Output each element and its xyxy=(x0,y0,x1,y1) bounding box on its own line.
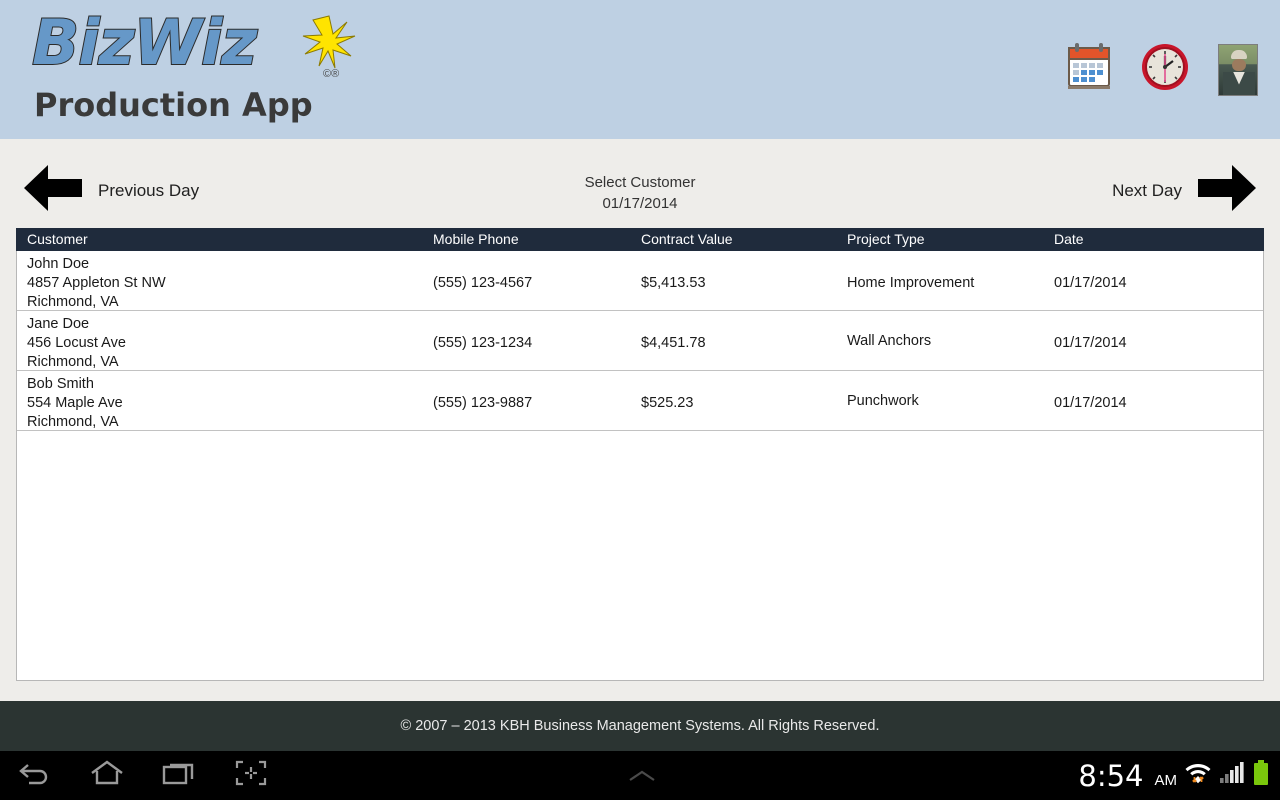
cell-customer: Bob Smith 554 Maple Ave Richmond, VA xyxy=(27,375,123,432)
customer-address: 456 Locust Ave xyxy=(27,335,126,351)
status-clock: 8:54 xyxy=(1078,758,1144,793)
customer-table: Customer Mobile Phone Contract Value Pro… xyxy=(16,228,1264,681)
app-header: BizWiz ©® Production App xyxy=(0,0,1280,139)
calendar-icon[interactable] xyxy=(1066,42,1112,97)
system-status-area: 8:54 AM xyxy=(1078,751,1270,800)
customer-city: Richmond, VA xyxy=(27,414,119,430)
cell-project-type: Punchwork xyxy=(847,393,919,409)
cell-date: 01/17/2014 xyxy=(1054,275,1127,291)
back-icon[interactable] xyxy=(18,759,52,792)
next-day-label: Next Day xyxy=(1112,180,1182,200)
day-navigation-bar: Previous Day Select Customer 01/17/2014 … xyxy=(0,139,1280,229)
cell-project-type: Home Improvement xyxy=(847,275,975,291)
table-header-row: Customer Mobile Phone Contract Value Pro… xyxy=(16,228,1264,251)
avatar-body xyxy=(1223,71,1255,95)
cell-date: 01/17/2014 xyxy=(1054,335,1127,351)
customer-name: John Doe xyxy=(27,256,90,272)
system-nav-buttons xyxy=(18,751,267,800)
customer-name: Jane Doe xyxy=(27,316,90,332)
signal-icon xyxy=(1219,760,1245,791)
table-row[interactable]: Jane Doe 456 Locust Ave Richmond, VA (55… xyxy=(17,311,1263,371)
header-icon-group xyxy=(1066,42,1258,97)
cell-contract-value: $525.23 xyxy=(641,395,694,411)
clock-icon[interactable] xyxy=(1140,42,1190,97)
table-row[interactable]: Bob Smith 554 Maple Ave Richmond, VA (55… xyxy=(17,371,1263,431)
wifi-icon xyxy=(1184,759,1212,792)
cell-contract-value: $5,413.53 xyxy=(641,275,706,291)
home-icon[interactable] xyxy=(89,759,125,792)
copyright-text: © 2007 – 2013 KBH Business Management Sy… xyxy=(400,718,880,734)
cell-contract-value: $4,451.78 xyxy=(641,335,706,351)
cell-customer: John Doe 4857 Appleton St NW Richmond, V… xyxy=(27,255,166,312)
column-header-project-type: Project Type xyxy=(847,231,925,247)
screenshot-icon[interactable] xyxy=(235,759,267,792)
chevron-up-icon[interactable] xyxy=(624,768,660,789)
logo-copyright: ©® xyxy=(323,68,340,80)
column-header-date: Date xyxy=(1054,231,1084,247)
column-header-mobile-phone: Mobile Phone xyxy=(433,231,519,247)
cell-project-type: Wall Anchors xyxy=(847,333,932,349)
status-ampm: AM xyxy=(1154,772,1178,789)
customer-name: Bob Smith xyxy=(27,376,94,392)
column-header-contract-value: Contract Value xyxy=(641,231,733,247)
customer-city: Richmond, VA xyxy=(27,294,119,310)
logo-subtitle: Production App xyxy=(34,86,313,124)
battery-icon xyxy=(1252,759,1270,792)
app-root: BizWiz ©® Production App Previous Day Se… xyxy=(0,0,1280,800)
logo-wordmark: BizWiz xyxy=(31,6,258,79)
cell-mobile-phone: (555) 123-4567 xyxy=(433,275,533,291)
cell-date: 01/17/2014 xyxy=(1054,395,1127,411)
cell-customer: Jane Doe 456 Locust Ave Richmond, VA xyxy=(27,315,126,372)
customer-address: 4857 Appleton St NW xyxy=(27,275,166,291)
android-system-bar: 8:54 AM xyxy=(0,751,1280,800)
cell-mobile-phone: (555) 123-9887 xyxy=(433,395,533,411)
table-body: John Doe 4857 Appleton St NW Richmond, V… xyxy=(17,251,1263,680)
page-title-block: Select Customer 01/17/2014 xyxy=(0,172,1280,214)
selected-date: 01/17/2014 xyxy=(602,195,678,212)
app-logo: BizWiz ©® Production App xyxy=(16,6,376,130)
customer-address: 554 Maple Ave xyxy=(27,395,123,411)
column-header-customer: Customer xyxy=(27,231,88,247)
customer-city: Richmond, VA xyxy=(27,354,119,370)
arrow-right-icon xyxy=(1196,161,1258,220)
table-row[interactable]: John Doe 4857 Appleton St NW Richmond, V… xyxy=(17,251,1263,311)
cell-mobile-phone: (555) 123-1234 xyxy=(433,335,533,351)
footer: © 2007 – 2013 KBH Business Management Sy… xyxy=(0,701,1280,751)
user-avatar[interactable] xyxy=(1218,43,1258,96)
page-title: Select Customer xyxy=(584,174,696,191)
recents-icon[interactable] xyxy=(162,759,198,792)
star-icon xyxy=(301,14,357,75)
next-day-button[interactable]: Next Day xyxy=(1112,161,1258,220)
